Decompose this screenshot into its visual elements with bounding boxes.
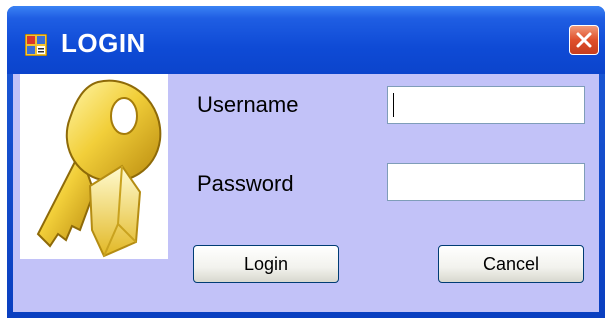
window-title: LOGIN [61, 28, 146, 58]
username-label: Username [197, 92, 299, 117]
title-bar[interactable]: LOGIN [7, 6, 605, 74]
password-label: Password [197, 171, 294, 196]
text-caret [393, 93, 394, 117]
username-input[interactable] [387, 86, 585, 124]
close-icon [576, 32, 592, 48]
key-icon [20, 74, 168, 259]
password-input[interactable] [387, 163, 585, 201]
close-button[interactable] [569, 25, 599, 55]
form-window-icon [25, 34, 47, 56]
login-button[interactable]: Login [193, 245, 339, 283]
cancel-button[interactable]: Cancel [438, 245, 584, 283]
